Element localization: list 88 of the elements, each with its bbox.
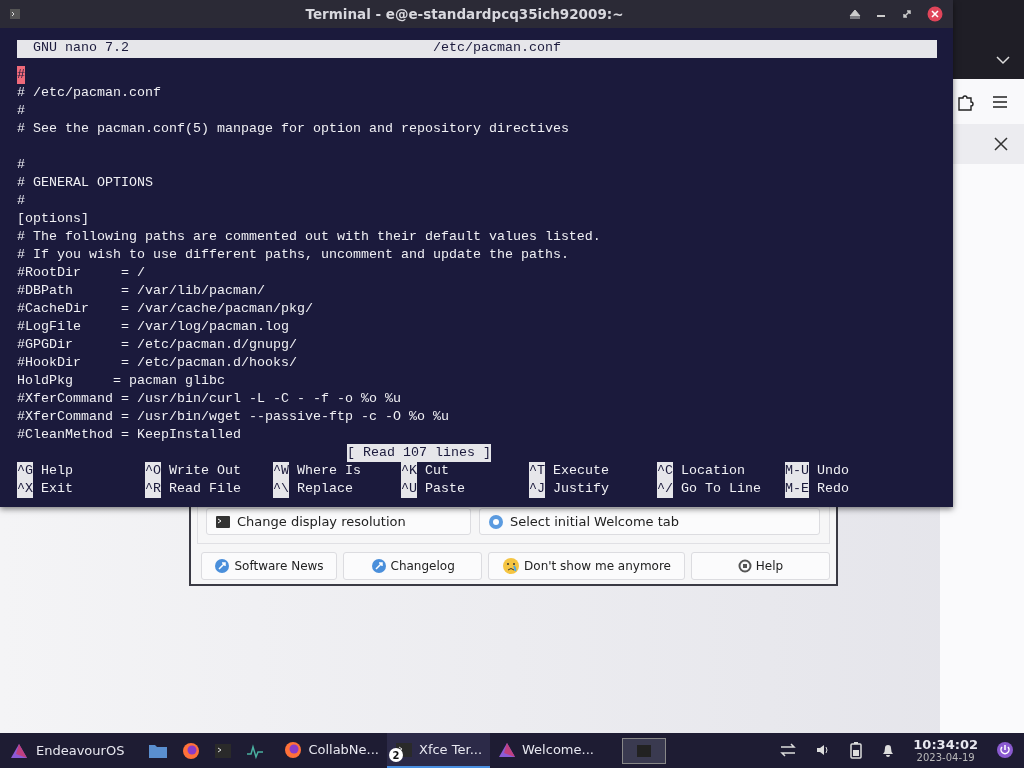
endeavour-logo-icon (10, 742, 28, 759)
shortcut-key: ^R (145, 480, 161, 498)
terminal-icon (10, 9, 20, 19)
endeavour-logo-icon (498, 741, 517, 758)
chevron-down-icon[interactable] (996, 55, 1010, 65)
shortcut-label: Write Out (168, 462, 241, 480)
puzzle-icon[interactable] (956, 92, 974, 111)
welcome-task-button[interactable]: Change display resolution (206, 508, 471, 535)
welcome-footer-button[interactable]: Software News (201, 552, 338, 580)
link-icon (370, 558, 387, 574)
shortcut-label: Where Is (296, 462, 361, 480)
shortcut-key: ^C (657, 462, 673, 480)
workspace-pager[interactable] (621, 737, 666, 764)
code-line: #XferCommand = /usr/bin/curl -L -C - -f -o %o %u (17, 390, 401, 408)
code-line: # (17, 156, 25, 174)
close-icon[interactable] (927, 6, 943, 22)
code-line: # (17, 102, 25, 120)
bell-icon[interactable] (881, 742, 896, 759)
crying-face-icon (502, 557, 521, 575)
menu-icon[interactable] (992, 94, 1008, 109)
shade-button-icon[interactable] (849, 8, 861, 20)
link-icon (214, 558, 231, 574)
shortcut-label: Location (680, 462, 745, 480)
welcome-task-button[interactable]: Select initial Welcome tab (479, 508, 820, 535)
start-menu-button[interactable]: EndeavourOS (0, 733, 137, 768)
firefox-icon[interactable] (284, 740, 303, 759)
shortcut-key: ^X (17, 480, 33, 498)
code-line: #HookDir = /etc/pacman.d/hooks/ (17, 354, 297, 372)
close-icon[interactable] (994, 137, 1008, 151)
code-line: # The following paths are commented out with their default values listed. (17, 228, 601, 246)
code-line: # /etc/pacman.conf (17, 84, 161, 102)
status-message: [ Read 107 lines ] (347, 444, 491, 462)
code-line: #DBPath = /var/lib/pacman/ (17, 282, 265, 300)
disc-icon (488, 513, 504, 530)
firefox-icon[interactable] (182, 741, 201, 760)
shortcut-label: Go To Line (680, 480, 761, 498)
shortcut-label: Replace (296, 480, 353, 498)
file-name: /etc/pacman.conf (433, 40, 561, 57)
taskbar-task[interactable]: 2 Xfce Ter... (387, 733, 491, 768)
shortcut-key: ^J (529, 480, 545, 498)
shortcut-key: M-U (785, 462, 809, 480)
code-line: #LogFile = /var/log/pacman.log (17, 318, 289, 336)
shortcut-key: ^U (401, 480, 417, 498)
network-icon[interactable] (779, 742, 798, 759)
taskbar-task[interactable]: Welcome... (490, 733, 602, 768)
code-line: # See the pacman.conf(5) manpage for option and repository directives (17, 120, 569, 138)
code-line: #CleanMethod = KeepInstalled (17, 426, 241, 444)
shortcut-key: ^\ (273, 480, 289, 498)
code-line: #XferCommand = /usr/bin/wget --passive-ftp -c -O %o %u (17, 408, 449, 426)
terminal-icon (215, 513, 231, 530)
taskbar-task[interactable]: CollabNe... (276, 733, 387, 768)
code-line: HoldPkg = pacman glibc (17, 372, 225, 390)
shortcut-label: Paste (424, 480, 465, 498)
welcome-footer-button[interactable]: Help (690, 552, 830, 580)
shortcut-label: Read File (168, 480, 241, 498)
shortcut-key: ^K (401, 462, 417, 480)
code-line: #CacheDir = /var/cache/pacman/pkg/ (17, 300, 313, 318)
window-thumbnail-icon (636, 744, 651, 757)
shortcut-label: Exit (40, 480, 73, 498)
clock-time: 10:34:02 (913, 737, 978, 753)
shortcut-key: ^/ (657, 480, 673, 498)
battery-icon[interactable] (849, 741, 864, 760)
window-title: Terminal - e@e-standardpcq35ich92009:~ (304, 6, 625, 22)
shortcut-key: ^G (17, 462, 33, 480)
shortcut-label: Justify (552, 480, 609, 498)
clock-date: 2023-04-19 (916, 752, 975, 764)
welcome-footer-button[interactable]: Don't show me anymore (488, 552, 685, 580)
restore-icon[interactable] (901, 8, 913, 20)
shortcut-key: ^O (145, 462, 161, 480)
shortcut-key: ^W (273, 462, 289, 480)
shortcut-key: M-E (785, 480, 809, 498)
lifebuoy-icon (737, 559, 752, 573)
code-line: # If you wish to use different paths, uncomment and update the paths. (17, 246, 569, 264)
welcome-footer-button[interactable]: Changelog (343, 552, 483, 580)
code-line: #GPGDir = /etc/pacman.d/gnupg/ (17, 336, 297, 354)
shortcut-label: Cut (424, 462, 449, 480)
shortcut-key: ^T (529, 462, 545, 480)
code-line: #RootDir = / (17, 264, 145, 282)
code-line: # (17, 192, 25, 210)
window-count-badge: 2 (389, 748, 403, 762)
editor-version: GNU nano 7.2 (32, 40, 130, 57)
shortcut-label: Redo (816, 480, 849, 498)
shortcut-label: Help (40, 462, 73, 480)
shortcut-label: Undo (816, 462, 849, 480)
code-line: # GENERAL OPTIONS (17, 174, 153, 192)
shortcut-label: Execute (552, 462, 609, 480)
code-line: [options] (17, 210, 89, 228)
power-icon[interactable] (996, 741, 1014, 760)
